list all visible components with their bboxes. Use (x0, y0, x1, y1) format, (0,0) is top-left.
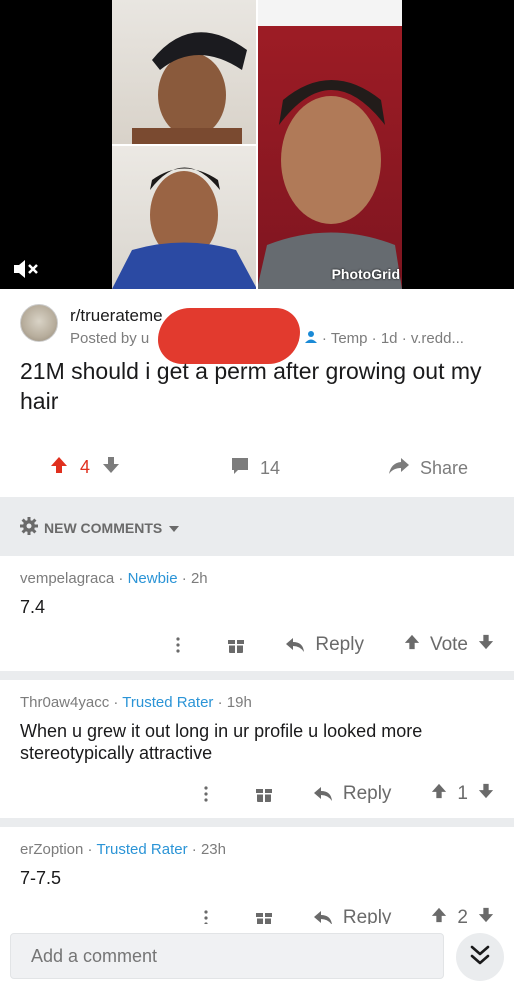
sort-selector[interactable]: NEW COMMENTS (20, 517, 180, 538)
caret-down-icon (168, 520, 180, 536)
comments-button[interactable]: 14 (230, 456, 280, 481)
vote-label: Vote (429, 634, 468, 655)
upvote-arrow-icon[interactable] (431, 783, 447, 805)
photo-tile-top-left (112, 0, 257, 145)
comment-author[interactable]: vempelagraca (20, 570, 114, 587)
post-age: 1d (380, 330, 398, 347)
comment-item: erZoption · Trusted Rater · 23h 7-7.5 Re… (0, 827, 514, 924)
grid-divider-horizontal (112, 144, 257, 146)
comment-bubble-icon (230, 456, 250, 481)
photogrid-watermark: PhotoGrid (331, 266, 400, 282)
comment-item: Thr0aw4yacc · Trusted Rater · 19h When u… (0, 680, 514, 818)
gear-icon (20, 517, 38, 538)
comment-count: 14 (260, 458, 281, 478)
vote-control: 2 (431, 907, 494, 924)
comment-meta: erZoption · Trusted Rater · 23h (20, 841, 226, 858)
comment-item: vempelagraca · Newbie · 2h 7.4 Reply Vot… (0, 556, 514, 671)
sort-label: NEW COMMENTS (44, 519, 163, 536)
post-score: 4 (80, 457, 91, 477)
downvote-arrow-icon[interactable] (478, 783, 494, 805)
comment-body: When u grew it out long in ur profile u … (20, 721, 423, 763)
comment-body: 7-7.5 (20, 868, 62, 888)
double-chevron-down-icon (470, 944, 490, 971)
vote-control: 1 (431, 783, 494, 805)
post-action-bar: 4 14 Share (0, 448, 514, 488)
award-gift-icon[interactable] (255, 909, 273, 924)
reply-button[interactable]: Reply (313, 783, 392, 805)
comment-age: 2h (190, 570, 208, 587)
comment-actions: Reply 1 (181, 783, 494, 805)
post-flair: Temp (330, 330, 368, 347)
vote-block: 4 (50, 456, 120, 479)
reply-button[interactable]: Reply (313, 907, 392, 924)
upvote-arrow-icon[interactable] (404, 634, 420, 656)
upvote-arrow-icon[interactable] (50, 456, 68, 479)
user-flair-icon (304, 330, 322, 347)
downvote-arrow-icon[interactable] (478, 907, 494, 924)
reply-label: Reply (315, 634, 364, 655)
vote-label: 1 (457, 783, 468, 804)
photo-tile-bottom-left (112, 145, 257, 289)
share-button[interactable]: Share (388, 456, 468, 481)
comment-meta: vempelagraca · Newbie · 2h (20, 570, 208, 587)
video-player[interactable]: PhotoGrid (0, 0, 514, 289)
comment-actions: Reply 2 (181, 907, 494, 924)
posted-by[interactable]: Posted by u (70, 330, 149, 347)
reply-button[interactable]: Reply (285, 634, 364, 656)
comment-age: 19h (226, 694, 252, 711)
more-options-icon[interactable] (203, 785, 209, 803)
comment-divider (0, 671, 514, 680)
comment-divider (0, 818, 514, 827)
share-label: Share (420, 458, 469, 478)
reply-label: Reply (342, 783, 392, 804)
downvote-arrow-icon[interactable] (102, 456, 120, 479)
comment-actions: Reply Vote (153, 634, 494, 656)
reply-label: Reply (342, 907, 392, 924)
post-title[interactable]: 21M should i get a perm after growing ou… (20, 356, 500, 416)
share-arrow-icon (388, 456, 410, 481)
downvote-arrow-icon[interactable] (478, 634, 494, 656)
comment-flair: Newbie (127, 570, 178, 587)
subreddit-avatar[interactable] (20, 304, 58, 342)
collapse-threads-button[interactable] (456, 933, 504, 981)
subreddit-name[interactable]: r/truerateme (70, 306, 163, 326)
upvote-arrow-icon[interactable] (431, 907, 447, 924)
more-options-icon[interactable] (203, 909, 209, 924)
comment-author[interactable]: erZoption (20, 841, 83, 858)
comment-flair: Trusted Rater (96, 841, 188, 858)
award-gift-icon[interactable] (227, 636, 245, 654)
add-comment-input[interactable] (10, 933, 444, 979)
comment-meta: Thr0aw4yacc · Trusted Rater · 19h (20, 694, 252, 711)
comment-age: 23h (200, 841, 226, 858)
award-gift-icon[interactable] (255, 785, 273, 803)
vote-label: 2 (457, 907, 468, 924)
more-options-icon[interactable] (175, 636, 181, 654)
photo-tile-right (257, 0, 402, 289)
comment-author[interactable]: Thr0aw4yacc (20, 694, 109, 711)
comment-sort-bar: NEW COMMENTS (0, 497, 514, 556)
comment-body: 7.4 (20, 597, 46, 617)
post-domain[interactable]: v.redd... (411, 330, 464, 347)
comment-composer-bar (0, 924, 514, 1000)
vote-control: Vote (404, 634, 494, 656)
volume-muted-icon[interactable] (12, 258, 40, 280)
comment-flair: Trusted Rater (122, 694, 214, 711)
